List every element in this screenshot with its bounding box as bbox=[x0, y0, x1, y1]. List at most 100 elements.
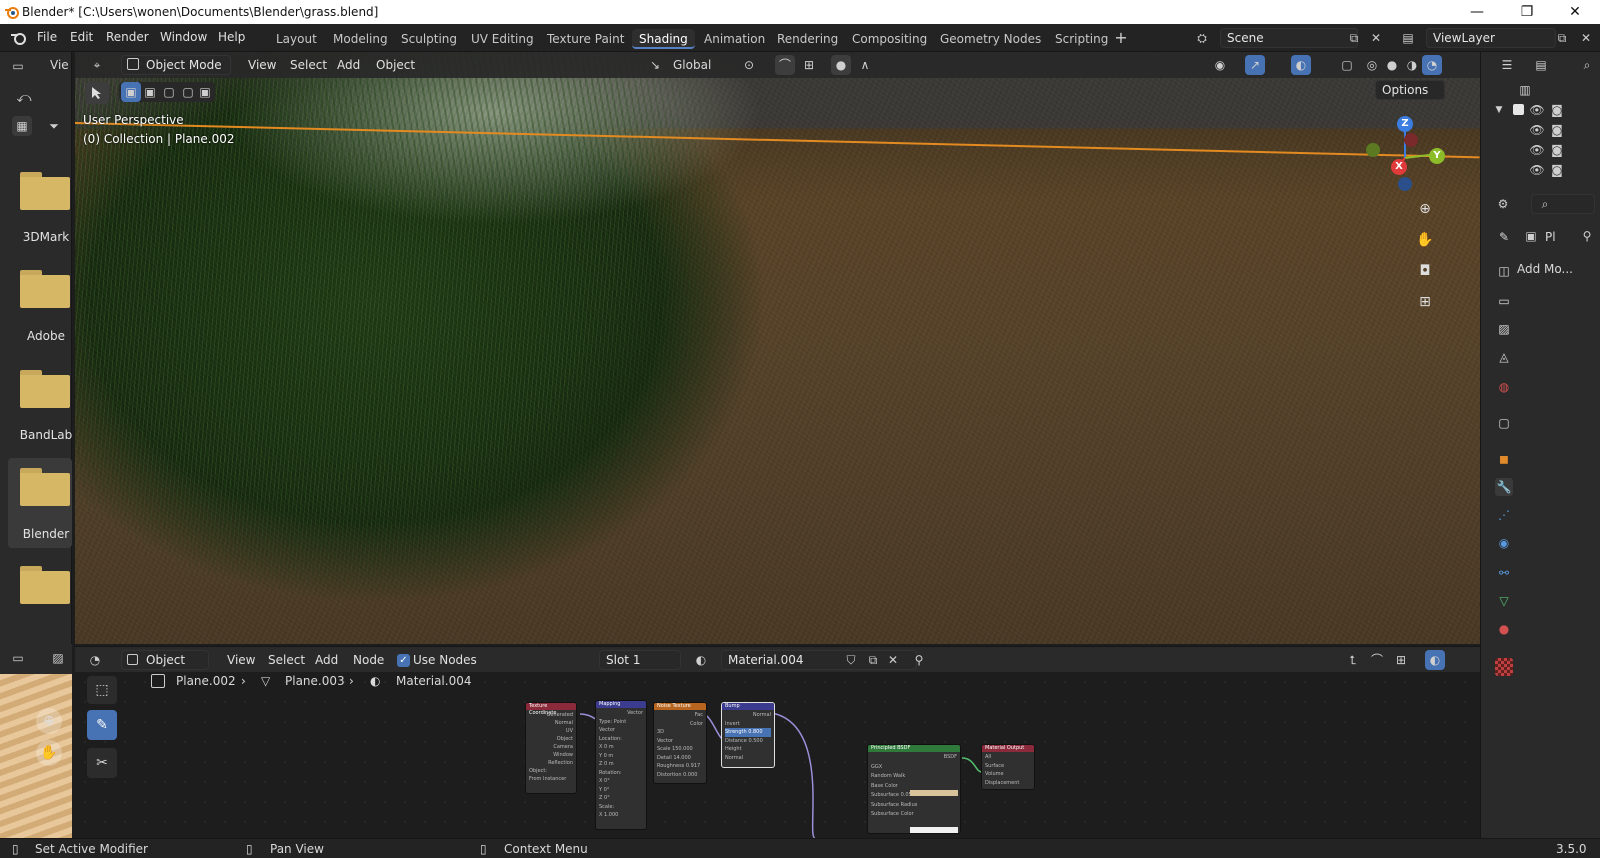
overlay-toggle-icon[interactable]: ◐ bbox=[1291, 55, 1311, 75]
tab-geometry-nodes[interactable]: Geometry Nodes bbox=[933, 29, 1048, 49]
transform-orientation-dropdown[interactable]: Global bbox=[673, 58, 711, 72]
properties-editor-icon[interactable]: ⚙ bbox=[1493, 194, 1513, 214]
wireframe-shading-icon[interactable]: ◎ bbox=[1362, 55, 1382, 75]
node-menu-add[interactable]: Add bbox=[315, 653, 338, 667]
gizmo-z-axis[interactable]: Z bbox=[1397, 116, 1413, 132]
collection-properties-icon[interactable]: ▢ bbox=[1495, 414, 1513, 432]
tab-uv-editing[interactable]: UV Editing bbox=[464, 29, 541, 49]
filter-icon[interactable]: ⏷ bbox=[44, 116, 64, 136]
particle-properties-icon[interactable]: ⋰ bbox=[1495, 506, 1513, 524]
scene-field[interactable]: Scene bbox=[1220, 28, 1358, 48]
falloff-icon[interactable]: ∧ bbox=[855, 55, 875, 75]
parent-node-tree-icon[interactable]: ⮤ bbox=[1343, 650, 1363, 670]
pin-icon[interactable]: ⚲ bbox=[1577, 226, 1597, 246]
visibility-eye-icon[interactable]: 👁 bbox=[1527, 100, 1547, 120]
pivot-point-icon[interactable]: ⊙ bbox=[739, 55, 759, 75]
zoom-icon[interactable]: ⊕ bbox=[36, 708, 62, 734]
view-layer-icon[interactable]: ▤ bbox=[1398, 28, 1418, 48]
zoom-icon[interactable]: ⊕ bbox=[1412, 196, 1438, 222]
blender-menu-icon[interactable] bbox=[10, 30, 28, 46]
material-properties-icon[interactable]: ● bbox=[1495, 620, 1513, 638]
solid-shading-icon[interactable]: ● bbox=[1382, 55, 1402, 75]
use-nodes-checkbox[interactable]: ✓ bbox=[397, 654, 410, 667]
physics-properties-icon[interactable]: ◉ bbox=[1495, 534, 1513, 552]
viewport-menu-add[interactable]: Add bbox=[337, 58, 360, 72]
snap-target-icon[interactable]: ⊞ bbox=[799, 55, 819, 75]
unlink-material-icon[interactable]: ✕ bbox=[883, 650, 903, 670]
material-output-node[interactable]: Material Output All Surface Volume Displace… bbox=[981, 744, 1035, 790]
node-overlay-icon[interactable]: ◐ bbox=[1425, 650, 1445, 670]
gizmo-y-axis[interactable]: Y bbox=[1429, 148, 1445, 164]
render-camera-icon[interactable]: ◙ bbox=[1547, 120, 1567, 140]
select-subtract-icon[interactable]: ▢ bbox=[159, 82, 179, 102]
object-properties-icon[interactable]: ◼ bbox=[1495, 450, 1513, 468]
texture-coordinate-node[interactable]: Texture Coordinate Generated Normal UV Obje… bbox=[525, 702, 577, 794]
data-properties-icon[interactable]: ▽ bbox=[1495, 592, 1513, 610]
pin-icon[interactable]: ⚲ bbox=[909, 650, 929, 670]
menu-help[interactable]: Help bbox=[218, 30, 245, 44]
tab-scripting[interactable]: Scripting bbox=[1048, 29, 1115, 49]
tool-properties-icon[interactable]: ✎ bbox=[1495, 228, 1513, 246]
pan-hand-icon[interactable]: ✋ bbox=[36, 740, 62, 766]
add-workspace-icon[interactable]: + bbox=[1111, 28, 1131, 48]
selection-mode-group[interactable]: ▣ ▣ ▢ ▢ ▣ bbox=[119, 82, 215, 102]
node-menu-node[interactable]: Node bbox=[353, 653, 384, 667]
material-shading-icon[interactable]: ◑ bbox=[1402, 55, 1422, 75]
view-layer-field[interactable]: ViewLayer bbox=[1426, 28, 1556, 48]
outliner-filter-icon[interactable]: ▥ bbox=[1515, 80, 1535, 100]
outliner-display-icon[interactable]: ▤ bbox=[1531, 55, 1551, 75]
menu-window[interactable]: Window bbox=[160, 30, 207, 44]
tab-rendering[interactable]: Rendering bbox=[770, 29, 845, 49]
snap-increment-icon[interactable]: ⊞ bbox=[1391, 650, 1411, 670]
viewport-editor-type-icon[interactable]: ⌖ bbox=[87, 55, 107, 75]
image-editor-type-icon[interactable]: ▭ bbox=[8, 648, 28, 668]
close-button[interactable]: ✕ bbox=[1552, 2, 1598, 22]
outliner-editor-icon[interactable]: ☰ bbox=[1497, 55, 1517, 75]
principled-bsdf-node[interactable]: Principled BSDF BSDF GGX Random Walk Base C… bbox=[867, 744, 961, 834]
pan-hand-icon[interactable]: ✋ bbox=[1412, 227, 1438, 253]
render-properties-icon[interactable]: ◫ bbox=[1495, 262, 1513, 280]
tab-modeling[interactable]: Modeling bbox=[326, 29, 395, 49]
material-slot-dropdown[interactable]: Slot 1 bbox=[599, 650, 681, 670]
snap-icon[interactable]: ⌒ bbox=[775, 55, 795, 75]
render-camera-icon[interactable]: ◙ bbox=[1547, 160, 1567, 180]
add-modifier-dropdown[interactable]: Add Mo... bbox=[1517, 262, 1573, 276]
xray-icon[interactable]: ▢ bbox=[1337, 55, 1357, 75]
folder-icon[interactable] bbox=[20, 172, 70, 210]
modifier-properties-icon[interactable]: 🔧 bbox=[1495, 478, 1513, 496]
editor-type-icon[interactable]: ▭ bbox=[8, 56, 28, 76]
folder-icon[interactable] bbox=[20, 270, 70, 308]
bump-node[interactable]: Bump Normal Invert Strength 0.800 Distance … bbox=[721, 702, 775, 768]
tab-animation[interactable]: Animation bbox=[697, 29, 772, 49]
maximize-button[interactable]: ❐ bbox=[1504, 2, 1550, 22]
constraint-properties-icon[interactable]: ⚯ bbox=[1495, 564, 1513, 582]
options-dropdown[interactable]: Options bbox=[1375, 80, 1445, 100]
browse-material-icon[interactable]: ◐ bbox=[691, 650, 711, 670]
viewport-menu-view[interactable]: View bbox=[248, 58, 276, 72]
file-browser-view-menu[interactable]: Vie bbox=[50, 58, 69, 72]
select-extend-icon[interactable]: ▣ bbox=[140, 82, 160, 102]
scene-selector-icon[interactable]: ⛭ bbox=[1192, 28, 1212, 48]
delete-scene-icon[interactable]: ✕ bbox=[1366, 28, 1386, 48]
base-color-swatch[interactable] bbox=[910, 790, 958, 796]
folder-icon[interactable] bbox=[20, 370, 70, 408]
minimize-button[interactable]: — bbox=[1454, 2, 1500, 22]
visibility-eye-icon[interactable]: 👁 bbox=[1527, 160, 1547, 180]
duplicate-material-icon[interactable]: ⧉ bbox=[863, 650, 883, 670]
shader-editor-type-icon[interactable]: ◔ bbox=[85, 650, 105, 670]
perspective-toggle-icon[interactable]: ⊞ bbox=[1412, 289, 1438, 315]
menu-render[interactable]: Render bbox=[106, 30, 149, 44]
new-scene-icon[interactable]: ⧉ bbox=[1344, 28, 1364, 48]
properties-object-name[interactable]: Pl bbox=[1545, 230, 1556, 244]
parent-directory-icon[interactable]: ⤺ bbox=[14, 88, 34, 108]
output-properties-icon[interactable]: ▭ bbox=[1495, 292, 1513, 310]
scene-properties-icon[interactable]: ◬ bbox=[1495, 348, 1513, 366]
tab-texture-paint[interactable]: Texture Paint bbox=[540, 29, 631, 49]
folder-icon[interactable] bbox=[20, 468, 70, 506]
texture-properties-icon[interactable] bbox=[1495, 658, 1513, 676]
tab-shading[interactable]: Shading bbox=[632, 29, 695, 49]
select-new-icon[interactable]: ▣ bbox=[121, 82, 141, 102]
node-menu-select[interactable]: Select bbox=[268, 653, 305, 667]
snap-icon[interactable]: ⌒ bbox=[1367, 650, 1387, 670]
annotate-tool-icon[interactable]: ✎ bbox=[87, 710, 117, 740]
